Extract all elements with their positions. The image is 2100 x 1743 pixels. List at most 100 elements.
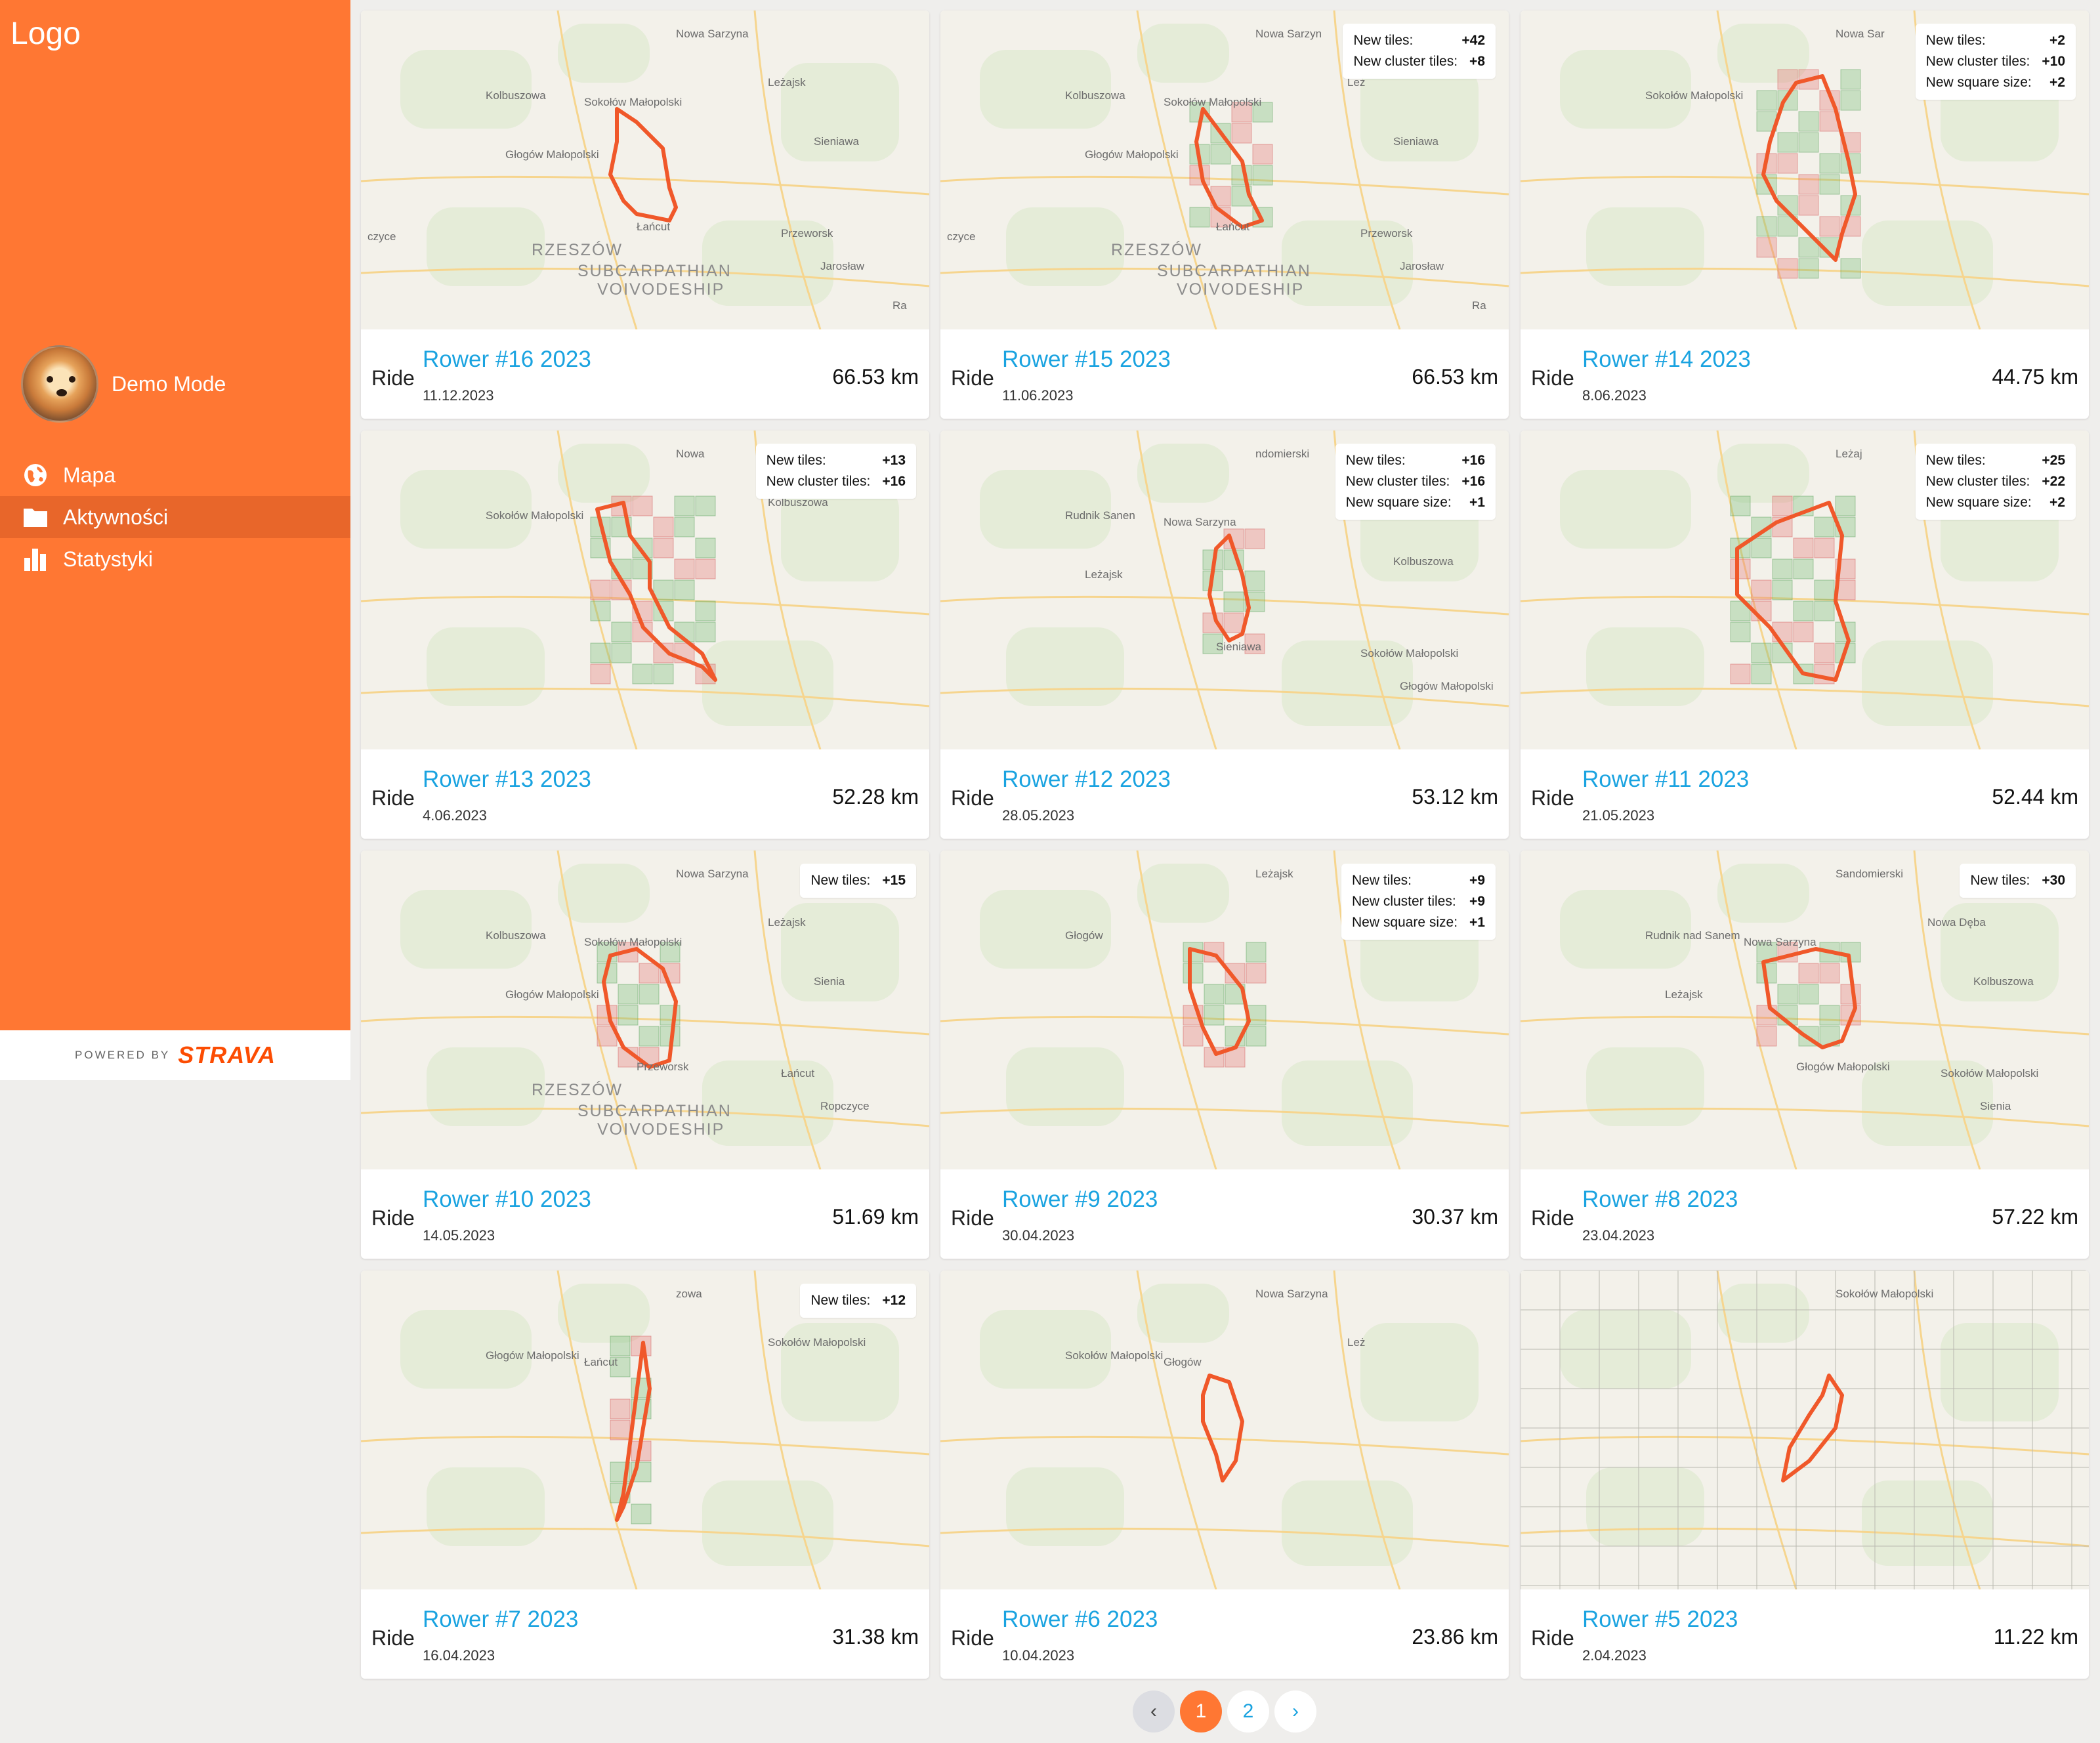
activity-card[interactable]: LeżajskSokołów MałopolskiGłogówNew tiles… xyxy=(940,850,1509,1259)
map-tile xyxy=(1756,90,1777,111)
map-tile xyxy=(631,1503,652,1524)
activity-type: Ride xyxy=(1531,786,1574,810)
map-label: Sokołów Małopolski xyxy=(1065,1349,1164,1362)
map-label: Kolbuszowa xyxy=(486,89,546,102)
map-label: Łańcut xyxy=(637,220,671,233)
map-forest-area xyxy=(1137,444,1229,503)
card-footer: Ride Rower #8 2023 23.04.2023 57.22 km xyxy=(1521,1169,2089,1259)
activity-card[interactable]: LeżajSokołów MałopolskiNew tiles:+25New … xyxy=(1521,430,2089,839)
map-label: Sieniawa xyxy=(1393,135,1438,148)
tiles-row: New tiles: +2 xyxy=(1926,30,2065,51)
activity-map[interactable]: ndomierskiNowa DębaRudnik SanenNowa Sarz… xyxy=(940,430,1509,749)
next-page-button[interactable]: › xyxy=(1274,1690,1316,1732)
avatar[interactable] xyxy=(21,345,98,423)
app-logo[interactable]: Logo xyxy=(10,16,81,52)
activity-distance: 66.53 km xyxy=(832,365,919,388)
map-tile xyxy=(1793,600,1814,621)
tiles-label: New tiles: xyxy=(1925,33,1986,48)
powered-by-strava[interactable]: POWERED BY STRAVA xyxy=(0,1030,350,1080)
activity-title-link[interactable]: Rower #7 2023 xyxy=(423,1606,578,1633)
activity-title-link[interactable]: Rower #15 2023 xyxy=(1002,346,1171,373)
activity-map[interactable]: Nowa Kolbuszowa Sokołów Małopolski New tile… xyxy=(361,430,929,749)
activity-card[interactable]: zowa Sokołów Małopolski Głogów Małopolski Ł… xyxy=(361,1270,929,1679)
map-tile xyxy=(1751,663,1772,684)
activity-title-link[interactable]: Rower #14 2023 xyxy=(1582,346,1751,373)
map-tile xyxy=(1814,579,1835,600)
card-footer: Ride Rower #16 2023 11.12.2023 66.53 km xyxy=(361,329,929,419)
map-tile xyxy=(674,558,695,579)
activity-map[interactable]: Nowa SaruszowaSokołów MałopolskiNew tile… xyxy=(1521,10,2089,329)
tiles-value: +25 xyxy=(2042,453,2065,468)
card-footer: Ride Rower #14 2023 8.06.2023 44.75 km xyxy=(1521,329,2089,419)
map-forest-area xyxy=(1586,1047,1704,1126)
activity-title-link[interactable]: Rower #6 2023 xyxy=(1002,1606,1158,1633)
activity-title-link[interactable]: Rower #11 2023 xyxy=(1582,766,1749,793)
nav-item-aktywnosci[interactable]: Aktywności xyxy=(0,496,350,538)
nav-item-statystyki[interactable]: Statystyki xyxy=(0,538,350,580)
map-tile xyxy=(618,984,639,1005)
page-2-button[interactable]: 2 xyxy=(1227,1690,1269,1732)
activity-card[interactable]: Nowa SaruszowaSokołów MałopolskiNew tile… xyxy=(1521,10,2089,419)
activity-map[interactable]: Nowa Sarzyna Leżajsk Kolbuszowa Sokołów Mał… xyxy=(361,10,929,329)
map-tile xyxy=(1183,1026,1204,1047)
activity-map[interactable]: Nowa Sarzyna Leżajsk Kolbuszowa Sokołów Mał… xyxy=(361,850,929,1169)
map-road xyxy=(940,1435,1509,1456)
tiles-label: New cluster tiles: xyxy=(1925,474,2030,489)
activity-title-link[interactable]: Rower #10 2023 xyxy=(423,1186,591,1213)
activity-map[interactable]: Sokołów Małopolski xyxy=(1521,1270,2089,1589)
map-label: Kolbuszowa xyxy=(1973,975,2034,988)
tiles-value: +42 xyxy=(1461,33,1485,48)
map-forest-area xyxy=(427,627,545,706)
activity-title-link[interactable]: Rower #8 2023 xyxy=(1582,1186,1738,1213)
map-label: Głogów Małopolski xyxy=(505,148,599,161)
card-footer: Ride Rower #6 2023 10.04.2023 23.86 km xyxy=(940,1589,1509,1679)
map-forest-area xyxy=(1862,220,1993,306)
activity-title-link[interactable]: Rower #13 2023 xyxy=(423,766,591,793)
map-label: Głogów Małopolski xyxy=(1085,148,1179,161)
activity-map[interactable]: LeżajSokołów MałopolskiNew tiles:+25New … xyxy=(1521,430,2089,749)
activity-map[interactable]: Nowa Sarzyn Leż Kolbuszowa Sokołów Małopols… xyxy=(940,10,1509,329)
map-tile xyxy=(1223,612,1244,633)
activity-map[interactable]: zowa Sokołów Małopolski Głogów Małopolski Ł… xyxy=(361,1270,929,1589)
map-forest-area xyxy=(1282,1060,1413,1146)
map-tile xyxy=(1730,495,1751,516)
activity-map[interactable]: LeżajskSokołów MałopolskiGłogówNew tiles… xyxy=(940,850,1509,1169)
map-road xyxy=(1521,1435,2089,1456)
map-label: Sokołów Małopolski xyxy=(1645,89,1744,102)
activity-card[interactable]: Nowa Sarzyna Leż Sokołów Małopolski Głogów … xyxy=(940,1270,1509,1679)
activity-title-link[interactable]: Rower #5 2023 xyxy=(1582,1606,1738,1633)
route-line xyxy=(608,107,678,222)
new-tiles-summary: New tiles: +25 New cluster tiles: +22 New sq… xyxy=(1915,444,2076,520)
tiles-label: New square size: xyxy=(1345,495,1452,510)
route-line xyxy=(1201,1374,1244,1482)
new-tiles-summary: New tiles: +15 xyxy=(800,864,916,898)
activity-card[interactable]: Nowa Sarzyna Leżajsk Kolbuszowa Sokołów Mał… xyxy=(361,850,929,1259)
activity-card[interactable]: Nowa Sarzyn Leż Kolbuszowa Sokołów Małopols… xyxy=(940,10,1509,419)
prev-page-button[interactable]: ‹ xyxy=(1133,1690,1175,1732)
activity-map[interactable]: Sandomierski Nowa Dęba Rudnik nad Sanem Now… xyxy=(1521,850,2089,1169)
card-footer: Ride Rower #12 2023 28.05.2023 53.12 km xyxy=(940,749,1509,839)
tiles-row: New tiles: +12 xyxy=(810,1290,906,1311)
activity-card[interactable]: Nowa Sarzyna Leżajsk Kolbuszowa Sokołów Mał… xyxy=(361,10,929,419)
map-forest-area xyxy=(558,444,650,503)
user-profile[interactable]: Demo Mode xyxy=(21,345,226,423)
page-1-button[interactable]: 1 xyxy=(1180,1690,1222,1732)
activity-card[interactable]: ndomierskiNowa DębaRudnik SanenNowa Sarz… xyxy=(940,430,1509,839)
activity-card[interactable]: Sokołów Małopolski Ride Rower #5 2023 2.… xyxy=(1521,1270,2089,1679)
activity-map[interactable]: Nowa Sarzyna Leż Sokołów Małopolski Głogów xyxy=(940,1270,1509,1589)
nav-item-mapa[interactable]: Mapa xyxy=(0,454,350,496)
activity-distance: 52.28 km xyxy=(832,785,919,808)
tiles-value: +2 xyxy=(2049,495,2065,510)
activity-title-link[interactable]: Rower #16 2023 xyxy=(423,346,591,373)
activity-title-link[interactable]: Rower #12 2023 xyxy=(1002,766,1171,793)
map-tile xyxy=(1819,1005,1840,1026)
map-label: RZESZÓW xyxy=(532,1081,623,1099)
activity-type: Ride xyxy=(1531,1206,1574,1230)
map-graphics xyxy=(1521,850,2089,1169)
activity-card[interactable]: Sandomierski Nowa Dęba Rudnik nad Sanem Now… xyxy=(1521,850,2089,1259)
map-forest-area xyxy=(1137,24,1229,83)
activity-title-link[interactable]: Rower #9 2023 xyxy=(1002,1186,1158,1213)
map-label: Nowa Sar xyxy=(1836,28,1885,40)
new-tiles-summary: New tiles: +12 xyxy=(800,1284,916,1318)
activity-card[interactable]: Nowa Kolbuszowa Sokołów Małopolski New tile… xyxy=(361,430,929,839)
